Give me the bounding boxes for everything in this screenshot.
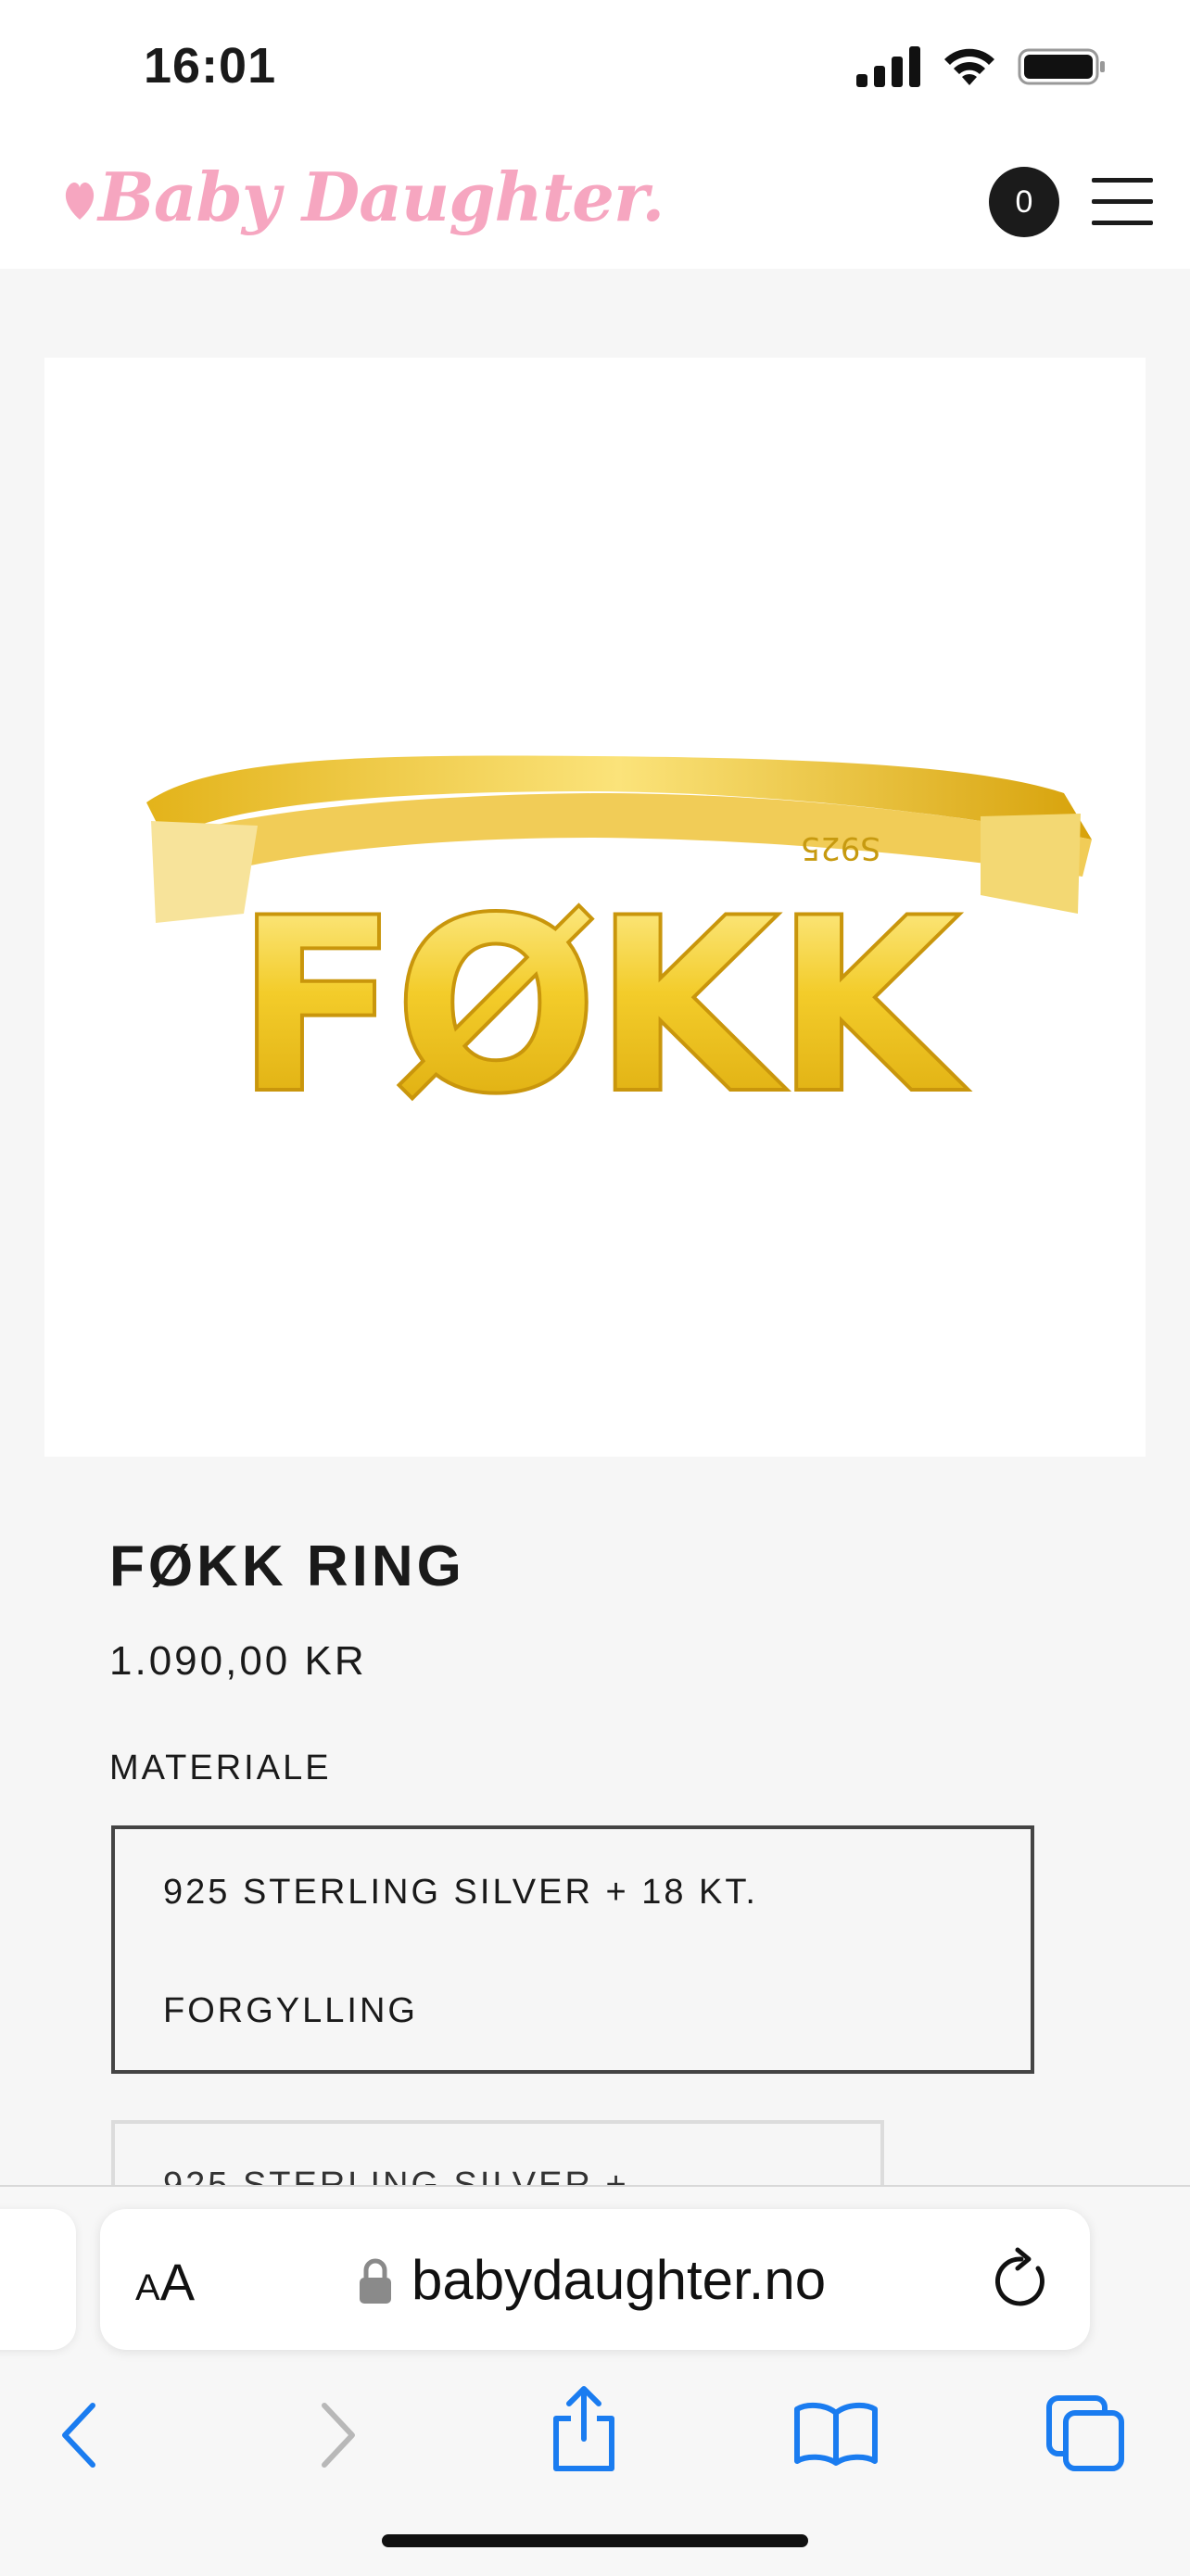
home-indicator: [382, 2534, 808, 2547]
back-icon[interactable]: [56, 2398, 102, 2472]
ring-illustration: S925 FØKK: [146, 755, 1092, 1149]
option-line: 925 STERLING SILVER + 18 KT.: [163, 1873, 758, 1912]
battery-icon: [1018, 48, 1105, 85]
product-image[interactable]: S925 FØKK: [44, 358, 1146, 1457]
heart-icon: [65, 182, 95, 220]
site-header: Baby Daughter. 0: [0, 139, 1190, 269]
product-title: FØKK RING: [109, 1534, 465, 1598]
url-text: babydaughter.no: [411, 2249, 827, 2311]
product-price: 1.090,00 KR: [109, 1638, 367, 1684]
previous-tab-card[interactable]: [0, 2209, 76, 2350]
status-bar: 16:01: [0, 0, 1190, 139]
reader-options-button[interactable]: AA: [135, 2252, 195, 2312]
logo-text: Baby Daughter.: [98, 158, 665, 236]
browser-toolbar: [0, 2372, 1190, 2483]
hamburger-menu-icon[interactable]: [1092, 178, 1153, 226]
forward-icon[interactable]: [315, 2398, 361, 2472]
wifi-icon: [944, 48, 994, 85]
bookmarks-icon[interactable]: [793, 2400, 879, 2467]
tabs-icon[interactable]: [1045, 2394, 1125, 2472]
share-icon[interactable]: [549, 2385, 619, 2474]
status-icons: [856, 46, 1107, 87]
option-label: MATERIALE: [109, 1749, 332, 1787]
ring-hallmark: S925: [801, 829, 880, 866]
reload-icon[interactable]: [992, 2246, 1051, 2311]
lock-icon: [360, 2258, 391, 2304]
cart-button[interactable]: 0: [989, 167, 1059, 237]
option-line: FORGYLLING: [163, 1991, 418, 2030]
address-bar[interactable]: AA babydaughter.no: [100, 2209, 1090, 2350]
cellular-signal-icon: [856, 46, 920, 87]
status-time: 16:01: [144, 38, 277, 94]
browser-chrome: AA babydaughter.no: [0, 2185, 1190, 2576]
material-option-selected[interactable]: 925 STERLING SILVER + 18 KT. FORGYLLING: [111, 1825, 1034, 2074]
site-logo[interactable]: Baby Daughter.: [61, 158, 665, 236]
ring-letters: FØKK: [234, 867, 969, 1147]
